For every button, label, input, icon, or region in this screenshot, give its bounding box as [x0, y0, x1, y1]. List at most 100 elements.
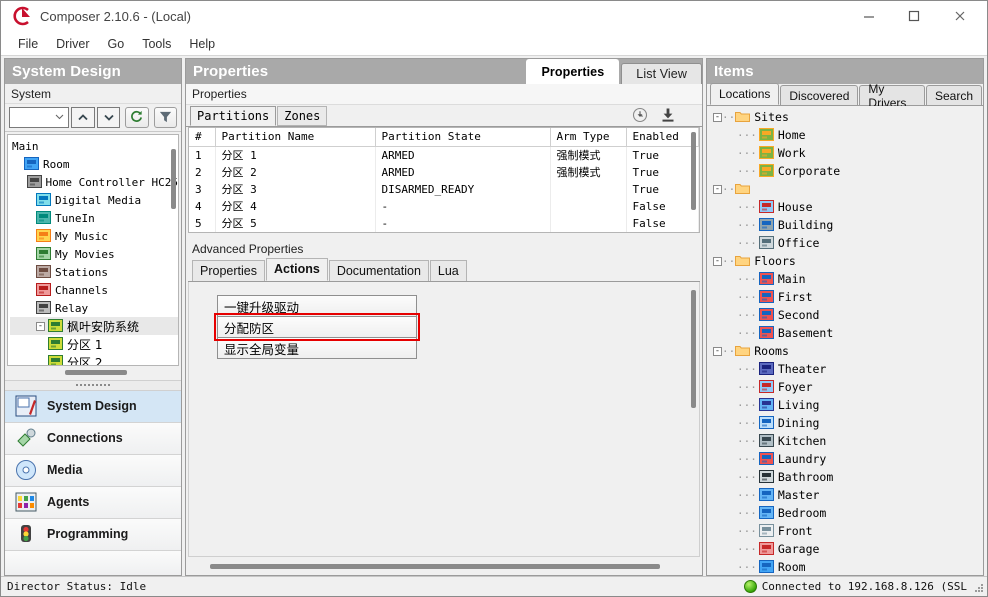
- items-tab-my-drivers[interactable]: My Drivers: [859, 82, 925, 110]
- system-tree-node[interactable]: Relay: [10, 299, 178, 317]
- items-tab-discovered[interactable]: Discovered: [780, 85, 859, 105]
- items-tree-node[interactable]: ··· Kitchen: [707, 432, 983, 450]
- items-tree-node[interactable]: ··· Main: [707, 270, 983, 288]
- items-tree-node[interactable]: ··· Basement: [707, 324, 983, 342]
- table-column-header[interactable]: #: [189, 128, 216, 147]
- items-tree-node[interactable]: ··· House: [707, 198, 983, 216]
- items-tree-node[interactable]: ··· Living: [707, 396, 983, 414]
- items-tree-node[interactable]: ··· Second: [707, 306, 983, 324]
- menu-help[interactable]: Help: [180, 35, 224, 53]
- tab-zones[interactable]: Zones: [277, 106, 328, 126]
- nav-item-system-design[interactable]: System Design: [5, 390, 181, 423]
- items-tree-node[interactable]: ··· Laundry: [707, 450, 983, 468]
- items-tree-node[interactable]: ··· Theater: [707, 360, 983, 378]
- maximize-icon[interactable]: [891, 1, 936, 32]
- items-tree-node[interactable]: ··· Work: [707, 144, 983, 162]
- table-row[interactable]: 3 分区 3 DISARMED_READY True: [189, 181, 699, 198]
- system-tree-node[interactable]: Main: [10, 137, 178, 155]
- system-tree-node[interactable]: Home Controller HC25: [10, 173, 178, 191]
- table-column-header[interactable]: Partition Name: [215, 128, 376, 147]
- table-column-header[interactable]: Enabled: [626, 128, 699, 147]
- menu-tools[interactable]: Tools: [133, 35, 180, 53]
- items-tree-node[interactable]: ··· Foyer: [707, 378, 983, 396]
- system-tree-node[interactable]: My Movies: [10, 245, 178, 263]
- action-button[interactable]: 分配防区: [214, 313, 420, 341]
- tab-partitions[interactable]: Partitions: [190, 106, 277, 126]
- system-tree-node[interactable]: My Music: [10, 227, 178, 245]
- tree-expander-icon[interactable]: -: [36, 321, 45, 331]
- partitions-table-vscrollbar[interactable]: [691, 132, 696, 210]
- properties-hscrollbar[interactable]: [210, 564, 660, 569]
- system-filter-combo[interactable]: [9, 107, 70, 128]
- advanced-tab-actions[interactable]: Actions: [265, 258, 328, 281]
- system-tree-node[interactable]: 分区 1: [10, 335, 178, 353]
- download-icon[interactable]: [660, 107, 676, 126]
- nav-item-media[interactable]: Media: [5, 454, 181, 487]
- actions-pane-vscrollbar[interactable]: [691, 290, 696, 408]
- menu-go[interactable]: Go: [99, 35, 134, 53]
- items-tree-node[interactable]: ··· Bedroom: [707, 504, 983, 522]
- items-tree-node[interactable]: - ·· Rooms: [707, 342, 983, 360]
- system-tree-vscrollbar[interactable]: [171, 149, 176, 209]
- items-tree[interactable]: - ·· Sites ··· Home ··· Work ··· Corporate - ·· ···…: [707, 106, 983, 575]
- system-tree-hscrollbar[interactable]: [65, 369, 127, 375]
- items-tree-node[interactable]: ··· Room: [707, 558, 983, 575]
- table-row[interactable]: 1 分区 1 ARMED 强制模式 True: [189, 146, 699, 164]
- panel-splitter-grip[interactable]: [5, 379, 181, 391]
- nav-item-programming[interactable]: Programming: [5, 518, 181, 551]
- items-tree-node[interactable]: ··· Home: [707, 126, 983, 144]
- items-tree-node[interactable]: ··· Bathroom: [707, 468, 983, 486]
- items-tree-node[interactable]: ··· Corporate: [707, 162, 983, 180]
- items-tree-node[interactable]: - ·· Floors: [707, 252, 983, 270]
- tab-properties[interactable]: Properties: [526, 59, 620, 84]
- history-clock-icon[interactable]: [632, 107, 648, 126]
- items-tree-node[interactable]: ··· Building: [707, 216, 983, 234]
- system-tree-node[interactable]: - 枫叶安防系统: [10, 317, 178, 335]
- items-tree-node[interactable]: - ·· Sites: [707, 108, 983, 126]
- items-tree-node[interactable]: ··· Office: [707, 234, 983, 252]
- tab-list-view[interactable]: List View: [621, 63, 702, 84]
- partitions-table-container[interactable]: # Partition Name Partition State Arm Type En…: [188, 127, 700, 233]
- menu-file[interactable]: File: [9, 35, 47, 53]
- advanced-tab-documentation[interactable]: Documentation: [328, 260, 429, 281]
- tree-expander-icon[interactable]: -: [713, 346, 722, 356]
- system-tree[interactable]: Main Room Home Controller HC25 Digital Medi…: [7, 134, 179, 366]
- menu-driver[interactable]: Driver: [47, 35, 98, 53]
- action-button[interactable]: 一键升级驱动: [217, 295, 417, 317]
- resize-grip-icon[interactable]: [974, 583, 984, 593]
- items-tab-locations[interactable]: Locations: [710, 83, 780, 105]
- items-tree-node[interactable]: - ··: [707, 180, 983, 198]
- items-tab-search[interactable]: Search: [925, 85, 982, 105]
- table-column-header[interactable]: Partition State: [375, 128, 551, 147]
- system-tree-node-label: Digital Media: [55, 193, 142, 207]
- tree-expander-icon[interactable]: -: [713, 184, 722, 194]
- close-icon[interactable]: [936, 1, 984, 32]
- refresh-button[interactable]: [125, 107, 149, 128]
- tree-expander-icon[interactable]: -: [713, 256, 722, 266]
- items-tree-node[interactable]: ··· Master: [707, 486, 983, 504]
- system-tree-node[interactable]: TuneIn: [10, 209, 178, 227]
- items-tree-node[interactable]: ··· First: [707, 288, 983, 306]
- table-row[interactable]: 4 分区 4- False: [189, 198, 699, 215]
- system-tree-node[interactable]: Stations: [10, 263, 178, 281]
- table-row[interactable]: 2 分区 2 ARMED 强制模式 True: [189, 164, 699, 181]
- system-tree-node[interactable]: Digital Media: [10, 191, 178, 209]
- nav-item-agents[interactable]: Agents: [5, 486, 181, 519]
- table-column-header[interactable]: Arm Type: [550, 128, 627, 147]
- advanced-tab-properties[interactable]: Properties: [192, 260, 265, 281]
- minimize-icon[interactable]: [846, 1, 891, 32]
- tree-expander-icon[interactable]: -: [713, 112, 722, 122]
- system-tree-node[interactable]: Room: [10, 155, 178, 173]
- items-tree-node[interactable]: ··· Garage: [707, 540, 983, 558]
- system-tree-node[interactable]: Channels: [10, 281, 178, 299]
- table-row[interactable]: 5 分区 5- False: [189, 215, 699, 232]
- nav-item-connections[interactable]: Connections: [5, 422, 181, 455]
- scroll-down-button[interactable]: [96, 107, 121, 128]
- items-tree-node[interactable]: ··· Front: [707, 522, 983, 540]
- filter-button[interactable]: [153, 107, 177, 128]
- action-button[interactable]: 显示全局变量: [217, 337, 417, 359]
- scroll-up-button[interactable]: [71, 107, 95, 128]
- system-tree-node[interactable]: 分区 2: [10, 353, 178, 365]
- advanced-tab-lua[interactable]: Lua: [429, 260, 467, 281]
- items-tree-node[interactable]: ··· Dining: [707, 414, 983, 432]
